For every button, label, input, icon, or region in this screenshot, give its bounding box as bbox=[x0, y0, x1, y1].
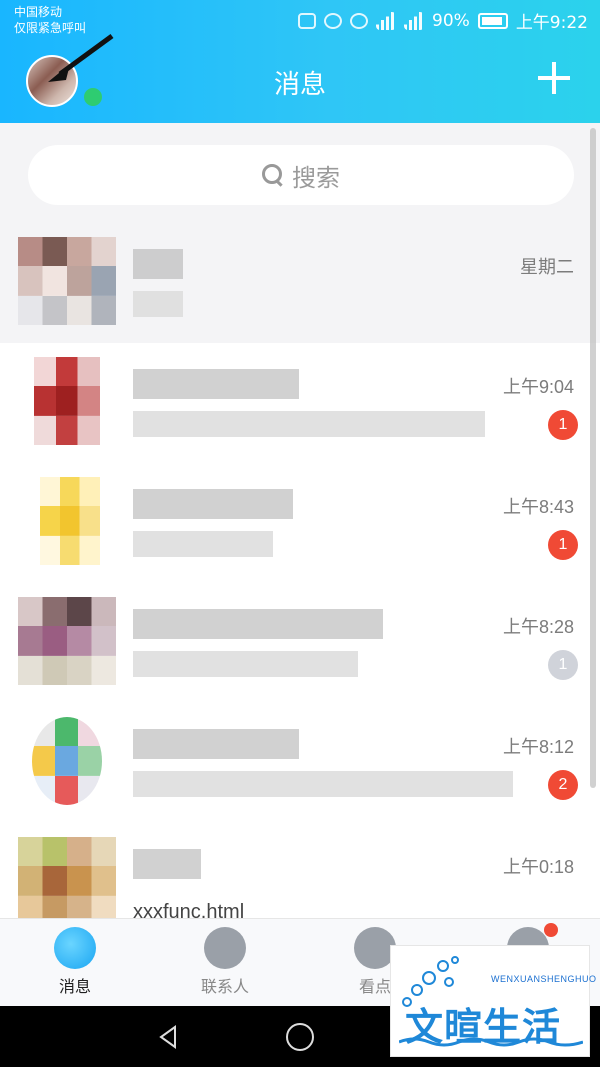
conversation-list: 星期二 上午9:04 1 上午8:43 1 上午8:28 1 上午8:12 2 … bbox=[0, 223, 600, 943]
message-preview bbox=[133, 771, 513, 797]
unread-badge: 1 bbox=[548, 410, 578, 440]
message-preview bbox=[133, 651, 358, 677]
scrollbar[interactable] bbox=[590, 128, 596, 788]
search-input[interactable]: 搜索 bbox=[28, 145, 574, 205]
search-area: 搜索 bbox=[0, 123, 600, 223]
wave-icon bbox=[399, 1037, 583, 1047]
add-plus-icon[interactable] bbox=[538, 62, 570, 94]
clock: 上午9:22 bbox=[515, 13, 588, 33]
message-preview bbox=[133, 531, 273, 557]
list-item[interactable]: 上午8:28 1 bbox=[0, 583, 600, 703]
tab-contacts[interactable]: 联系人 bbox=[175, 927, 275, 997]
home-circle-icon[interactable] bbox=[286, 1023, 314, 1051]
app-header: 中国移动 仅限紧急呼叫 90% 上午9:22 消息 bbox=[0, 0, 600, 123]
status-icons: 90% 上午9:22 bbox=[298, 8, 588, 33]
alarm-icon bbox=[324, 12, 343, 29]
contact-avatar bbox=[34, 357, 100, 445]
chat-bubble-icon bbox=[54, 927, 96, 969]
tab-messages[interactable]: 消息 bbox=[25, 927, 125, 997]
search-placeholder: 搜索 bbox=[292, 163, 340, 192]
notification-dot bbox=[544, 923, 558, 937]
contact-avatar bbox=[18, 237, 116, 325]
contact-avatar bbox=[18, 837, 116, 925]
contact-name bbox=[133, 729, 299, 759]
tab-label: 看点 bbox=[358, 977, 391, 996]
battery-percent: 90% bbox=[432, 10, 470, 31]
tab-label: 联系人 bbox=[200, 977, 249, 996]
list-item[interactable]: 上午8:43 1 bbox=[0, 463, 600, 583]
brand-watermark: WENXUANSHENGHUO 文暄生活 bbox=[390, 945, 596, 1057]
contact-name bbox=[133, 369, 299, 399]
contact-avatar bbox=[40, 477, 100, 565]
signal-icon bbox=[404, 11, 425, 30]
unread-badge: 1 bbox=[548, 650, 578, 680]
brand-small-text: WENXUANSHENGHUO bbox=[491, 974, 597, 984]
message-time: 上午9:04 bbox=[502, 377, 574, 397]
message-time: 上午8:12 bbox=[502, 737, 574, 757]
person-icon bbox=[204, 927, 246, 969]
contact-name bbox=[133, 249, 183, 279]
contact-name bbox=[133, 849, 201, 879]
message-time: 上午0:18 bbox=[502, 857, 574, 877]
message-time: 上午8:43 bbox=[502, 497, 574, 517]
message-preview bbox=[133, 411, 485, 437]
contact-avatar bbox=[32, 717, 102, 805]
wifi-icon bbox=[376, 11, 397, 30]
search-icon bbox=[262, 164, 284, 186]
list-item[interactable]: 上午9:04 1 bbox=[0, 343, 600, 463]
back-triangle-icon[interactable] bbox=[155, 1024, 181, 1050]
battery-icon bbox=[477, 12, 508, 29]
tab-label: 消息 bbox=[58, 977, 91, 996]
message-time: 星期二 bbox=[520, 257, 574, 277]
carrier-name: 中国移动 bbox=[14, 5, 63, 19]
list-item[interactable]: 上午8:12 2 bbox=[0, 703, 600, 823]
page-title: 消息 bbox=[273, 70, 326, 100]
unread-badge: 1 bbox=[548, 530, 578, 560]
unread-badge: 2 bbox=[548, 770, 578, 800]
message-time: 上午8:28 bbox=[502, 617, 574, 637]
message-preview bbox=[133, 291, 183, 317]
contact-name bbox=[133, 609, 383, 639]
list-item[interactable]: 星期二 bbox=[0, 223, 600, 343]
eye-care-icon bbox=[350, 12, 369, 29]
contact-name bbox=[133, 489, 293, 519]
mute-icon bbox=[298, 12, 317, 29]
contact-avatar bbox=[18, 597, 116, 685]
